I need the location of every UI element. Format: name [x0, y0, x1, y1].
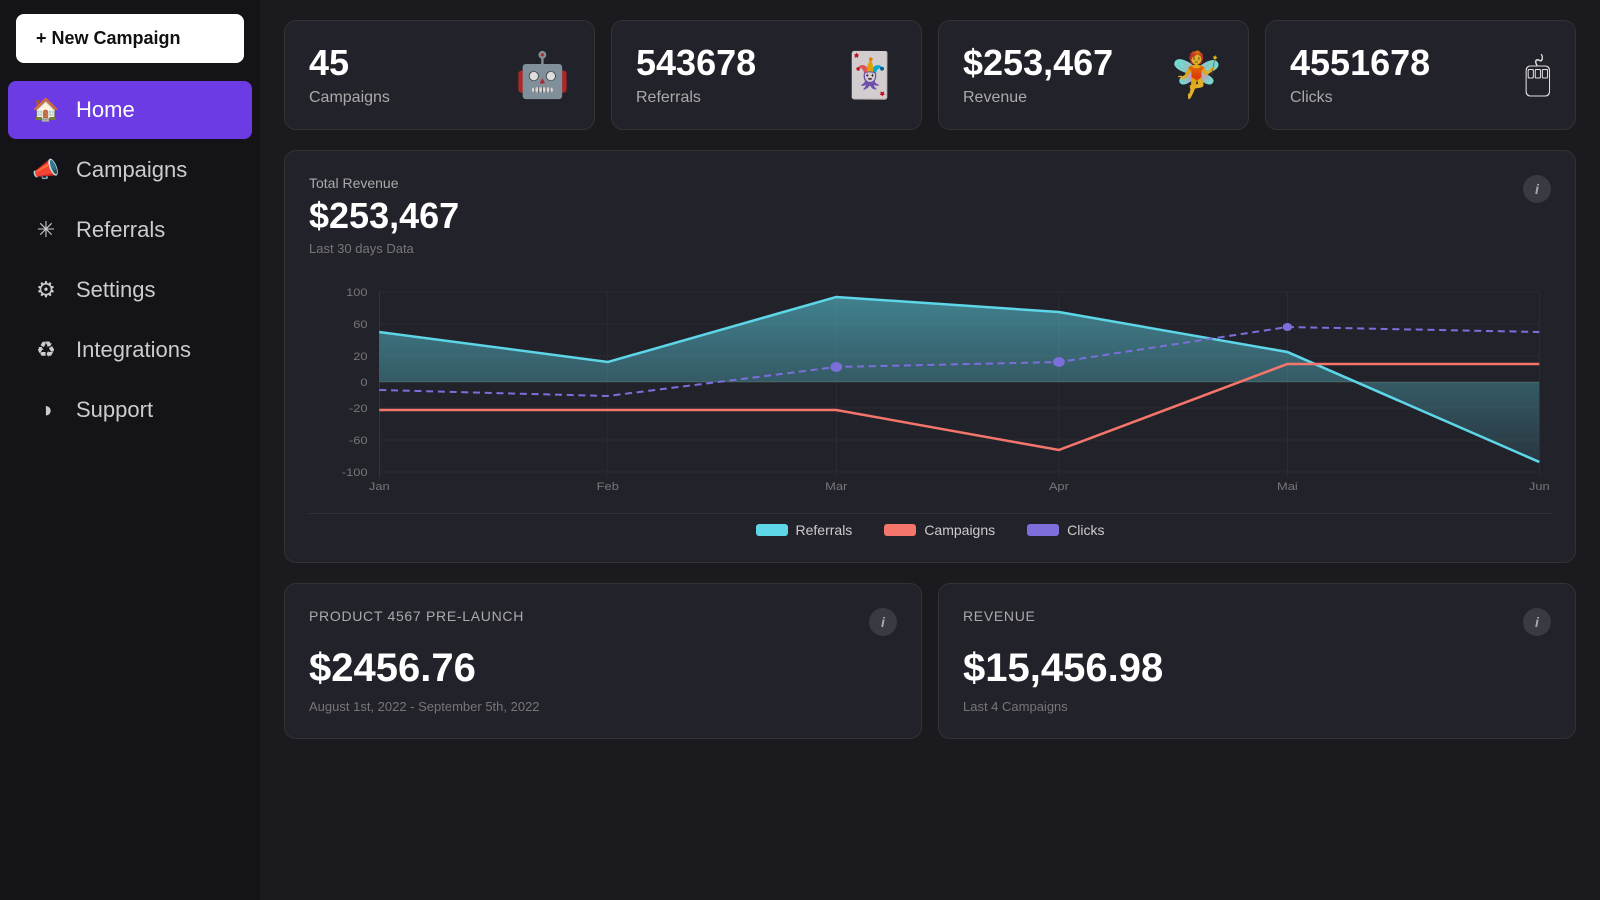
revenue-chart: 100 60 20 0 -20 -60 -100 [309, 272, 1551, 492]
svg-text:Mar: Mar [825, 480, 847, 492]
stat-card-referrals: 543678 Referrals 🃏 [611, 20, 922, 130]
bottom-card-prelaunch-header: Product 4567 Pre-Launch i [309, 608, 897, 636]
sidebar-item-integrations[interactable]: ♻ Integrations [8, 321, 252, 379]
svg-text:Feb: Feb [597, 480, 620, 492]
revenue-stat-icon: 🧚 [1169, 49, 1224, 101]
bottom-cards: Product 4567 Pre-Launch i $2456.76 Augus… [284, 583, 1576, 739]
campaigns-icon: 📣 [32, 157, 60, 183]
sidebar-item-integrations-label: Integrations [76, 337, 191, 363]
chart-area: 100 60 20 0 -20 -60 -100 [309, 272, 1551, 497]
referrals-value: 543678 [636, 43, 756, 83]
sidebar-item-settings-label: Settings [76, 277, 156, 303]
svg-text:Jan: Jan [369, 480, 390, 492]
clicks-value: 4551678 [1290, 43, 1430, 83]
bottom-card-revenue: REVENUE i $15,456.98 Last 4 Campaigns [938, 583, 1576, 739]
revenue-value: $253,467 [963, 43, 1113, 83]
new-campaign-label: + New Campaign [36, 28, 181, 49]
sidebar-item-home[interactable]: 🏠 Home [8, 81, 252, 139]
campaigns-label: Campaigns [309, 89, 390, 107]
main-content: 45 Campaigns 🤖 543678 Referrals 🃏 $253,4… [260, 0, 1600, 900]
sidebar-item-referrals[interactable]: ✳ Referrals [8, 201, 252, 259]
bottom-card-prelaunch-info-icon[interactable]: i [869, 608, 897, 636]
bottom-card-revenue-header: REVENUE i [963, 608, 1551, 636]
campaigns-value: 45 [309, 43, 390, 83]
chart-info-icon[interactable]: i [1523, 175, 1551, 203]
sidebar-item-home-label: Home [76, 97, 135, 123]
bottom-card-revenue-title: REVENUE [963, 608, 1036, 624]
campaigns-stat-icon: 🤖 [515, 49, 570, 101]
clicks-label: Clicks [1290, 89, 1430, 107]
stat-cards-grid: 45 Campaigns 🤖 543678 Referrals 🃏 $253,4… [284, 20, 1576, 130]
sidebar-item-campaigns-label: Campaigns [76, 157, 187, 183]
chart-title: Total Revenue [309, 175, 459, 191]
svg-text:-20: -20 [349, 402, 368, 415]
integrations-icon: ♻ [32, 337, 60, 363]
stat-card-clicks: 4551678 Clicks 🖱 [1265, 20, 1576, 130]
support-icon: ◑ [32, 397, 60, 423]
svg-text:Mai: Mai [1277, 480, 1298, 492]
legend-campaigns: Campaigns [884, 522, 995, 538]
bottom-card-revenue-info-icon[interactable]: i [1523, 608, 1551, 636]
svg-text:0: 0 [360, 376, 368, 389]
svg-text:20: 20 [353, 350, 368, 363]
sidebar-item-support[interactable]: ◑ Support [8, 381, 252, 439]
sidebar: + New Campaign 🏠 Home 📣 Campaigns ✳ Refe… [0, 0, 260, 900]
revenue-label: Revenue [963, 89, 1113, 107]
svg-text:Jun: Jun [1529, 480, 1550, 492]
bottom-card-revenue-value: $15,456.98 [963, 646, 1551, 691]
stat-card-revenue: $253,467 Revenue 🧚 [938, 20, 1249, 130]
svg-text:100: 100 [346, 286, 368, 299]
legend-referrals: Referrals [756, 522, 853, 538]
settings-icon: ⚙ [32, 277, 60, 303]
sidebar-item-support-label: Support [76, 397, 153, 423]
bottom-card-prelaunch: Product 4567 Pre-Launch i $2456.76 Augus… [284, 583, 922, 739]
sidebar-item-referrals-label: Referrals [76, 217, 165, 243]
legend-referrals-color [756, 524, 788, 536]
chart-subtitle: Last 30 days Data [309, 241, 459, 256]
sidebar-item-settings[interactable]: ⚙ Settings [8, 261, 252, 319]
bottom-card-prelaunch-value: $2456.76 [309, 646, 897, 691]
referrals-stat-icon: 🃏 [842, 49, 897, 101]
bottom-card-prelaunch-title: Product 4567 Pre-Launch [309, 608, 524, 624]
new-campaign-button[interactable]: + New Campaign [16, 14, 244, 63]
chart-header: Total Revenue $253,467 Last 30 days Data… [309, 175, 1551, 256]
sidebar-item-campaigns[interactable]: 📣 Campaigns [8, 141, 252, 199]
bottom-card-revenue-subtitle: Last 4 Campaigns [963, 699, 1551, 714]
svg-text:Apr: Apr [1049, 480, 1069, 492]
legend-campaigns-label: Campaigns [924, 522, 995, 538]
chart-value: $253,467 [309, 195, 459, 237]
sidebar-nav: 🏠 Home 📣 Campaigns ✳ Referrals ⚙ Setting… [0, 79, 260, 441]
chart-info: Total Revenue $253,467 Last 30 days Data [309, 175, 459, 256]
legend-clicks-color [1027, 524, 1059, 536]
home-icon: 🏠 [32, 97, 60, 123]
legend-referrals-label: Referrals [796, 522, 853, 538]
legend-clicks: Clicks [1027, 522, 1104, 538]
chart-section: Total Revenue $253,467 Last 30 days Data… [284, 150, 1576, 563]
legend-campaigns-color [884, 524, 916, 536]
legend-clicks-label: Clicks [1067, 522, 1104, 538]
clicks-stat-icon: 🖱 [1525, 50, 1551, 100]
svg-text:60: 60 [353, 318, 368, 331]
chart-legend: Referrals Campaigns Clicks [309, 513, 1551, 538]
referrals-label: Referrals [636, 89, 756, 107]
bottom-card-prelaunch-subtitle: August 1st, 2022 - September 5th, 2022 [309, 699, 897, 714]
svg-text:-60: -60 [349, 434, 368, 447]
stat-card-campaigns: 45 Campaigns 🤖 [284, 20, 595, 130]
referrals-icon: ✳ [32, 217, 60, 243]
svg-text:-100: -100 [342, 466, 368, 479]
